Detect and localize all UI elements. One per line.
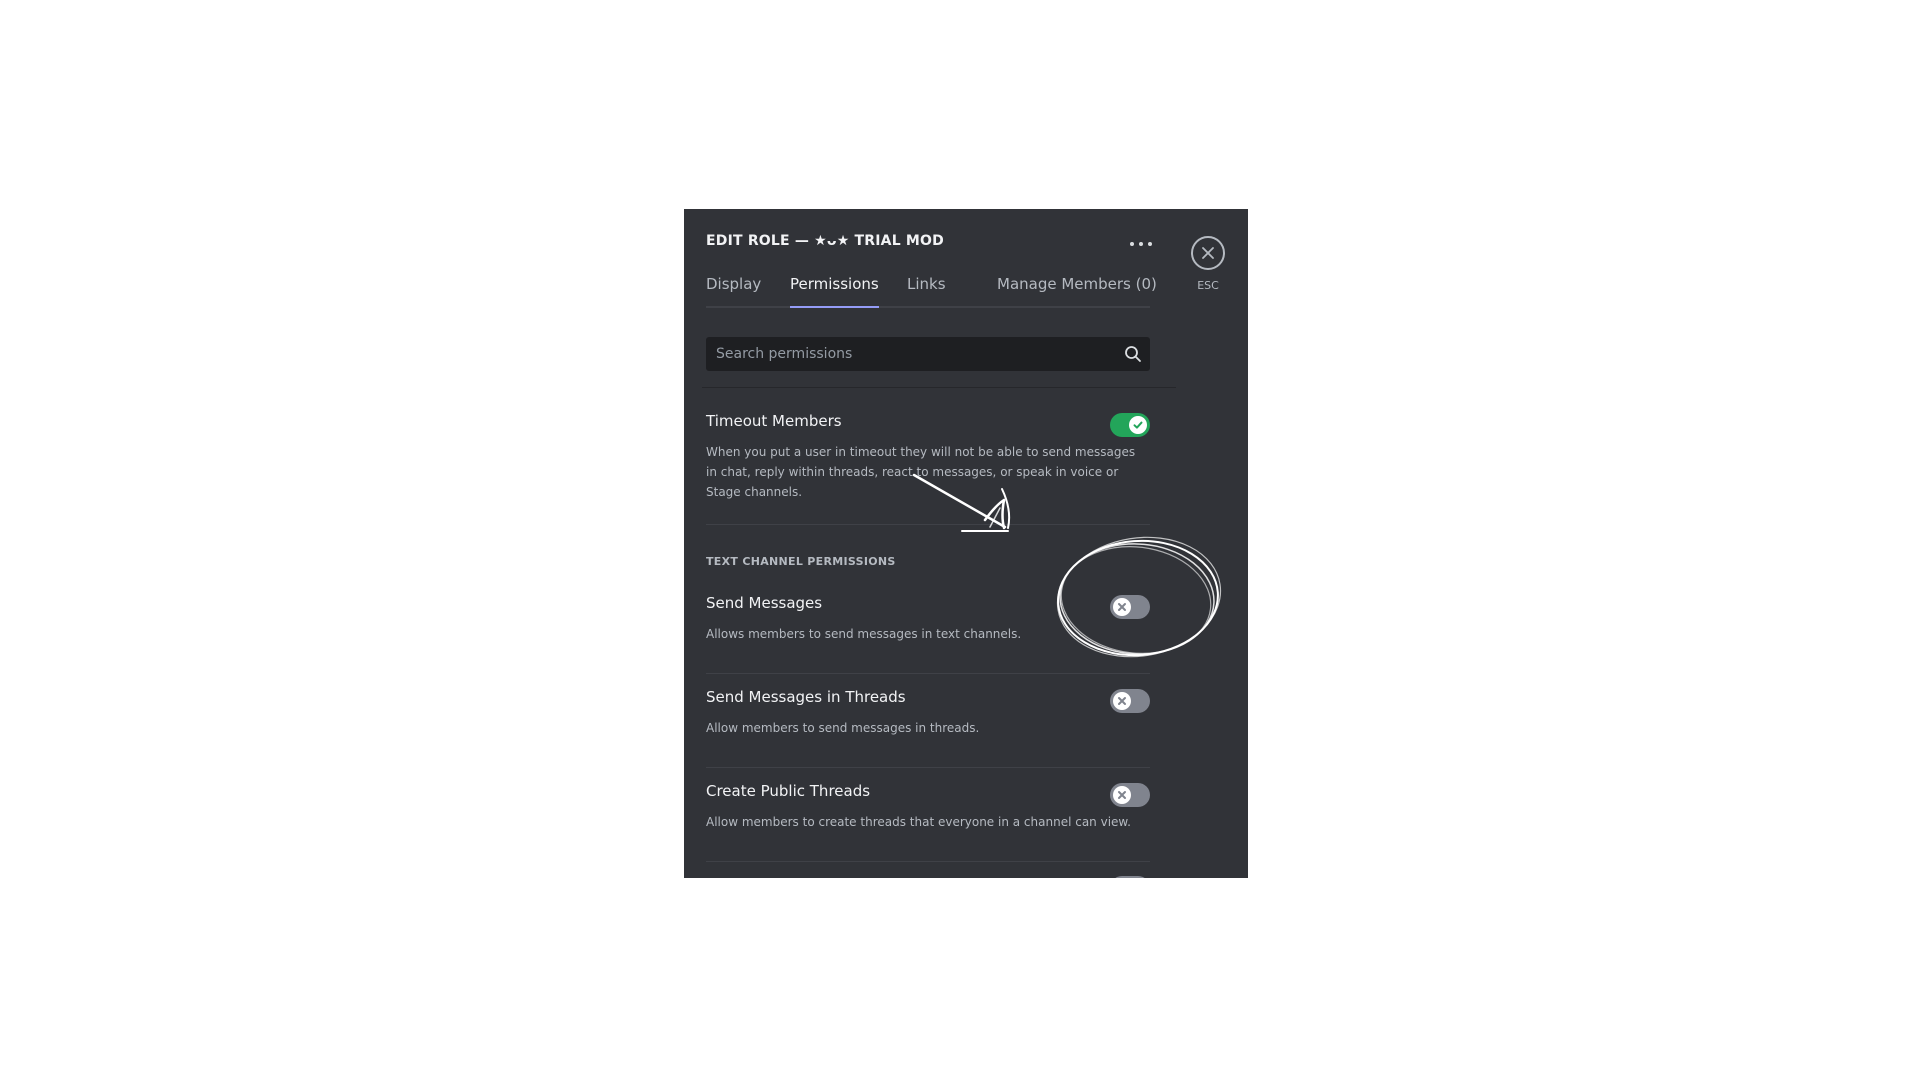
search-permissions-input[interactable] xyxy=(706,337,1106,371)
send-messages-in-threads-toggle[interactable] xyxy=(1110,689,1150,713)
permission-name: Timeout Members xyxy=(706,412,842,430)
row-divider xyxy=(706,524,1150,525)
permission-description: When you put a user in timeout they will… xyxy=(706,445,1136,499)
toggle-knob xyxy=(1113,598,1131,616)
modal-header: EDIT ROLE — ★ᴗ★ TRIAL MOD xyxy=(706,233,1152,255)
send-messages-toggle[interactable] xyxy=(1110,595,1150,619)
x-icon xyxy=(1118,697,1126,705)
tab-display[interactable]: Display xyxy=(706,275,761,306)
toggle-knob xyxy=(1113,786,1131,804)
permission-next-partial xyxy=(706,873,1150,878)
search-icon[interactable] xyxy=(1124,345,1142,363)
check-icon xyxy=(1133,421,1143,429)
tab-manage-members[interactable]: Manage Members (0) xyxy=(997,275,1157,306)
permission-description: Allow members to create threads that eve… xyxy=(706,815,1131,829)
esc-label: ESC xyxy=(1197,279,1219,292)
x-icon xyxy=(1118,791,1126,799)
permission-name: Create Public Threads xyxy=(706,782,871,800)
more-horizontal-icon xyxy=(1130,242,1134,246)
toggle-knob xyxy=(1113,692,1131,710)
row-divider xyxy=(706,861,1150,862)
timeout-members-toggle[interactable] xyxy=(1110,413,1150,437)
create-public-threads-toggle[interactable] xyxy=(1110,783,1150,807)
close-button[interactable] xyxy=(1191,236,1225,270)
permission-name: Send Messages xyxy=(706,594,823,612)
close-icon xyxy=(1202,247,1214,259)
tab-bar: Display Permissions Links Manage Members… xyxy=(706,275,1157,308)
permission-send-messages-in-threads: Send Messages in Threads Allow members t… xyxy=(706,688,1150,768)
x-icon xyxy=(1118,603,1126,611)
permission-description: Allows members to send messages in text … xyxy=(706,627,1022,641)
toggle-knob xyxy=(1129,416,1147,434)
permission-send-messages: Send Messages Allows members to send mes… xyxy=(706,594,1150,674)
next-permission-toggle[interactable] xyxy=(1110,876,1150,878)
permission-create-public-threads: Create Public Threads Allow members to c… xyxy=(706,782,1150,862)
row-divider xyxy=(706,673,1150,674)
search-box xyxy=(706,337,1150,371)
section-divider xyxy=(702,387,1176,388)
tab-permissions[interactable]: Permissions xyxy=(790,275,879,308)
permission-name: Send Messages in Threads xyxy=(706,688,906,706)
section-header-text-channel: TEXT CHANNEL PERMISSIONS xyxy=(706,555,896,568)
more-options-button[interactable] xyxy=(1130,234,1152,254)
tab-links[interactable]: Links xyxy=(907,275,946,306)
edit-role-modal: EDIT ROLE — ★ᴗ★ TRIAL MOD Display Permis… xyxy=(684,209,1248,878)
modal-title: EDIT ROLE — ★ᴗ★ TRIAL MOD xyxy=(706,233,944,249)
permission-timeout-members: Timeout Members When you put a user in t… xyxy=(706,412,1150,525)
permission-description: Allow members to send messages in thread… xyxy=(706,721,980,735)
row-divider xyxy=(706,767,1150,768)
